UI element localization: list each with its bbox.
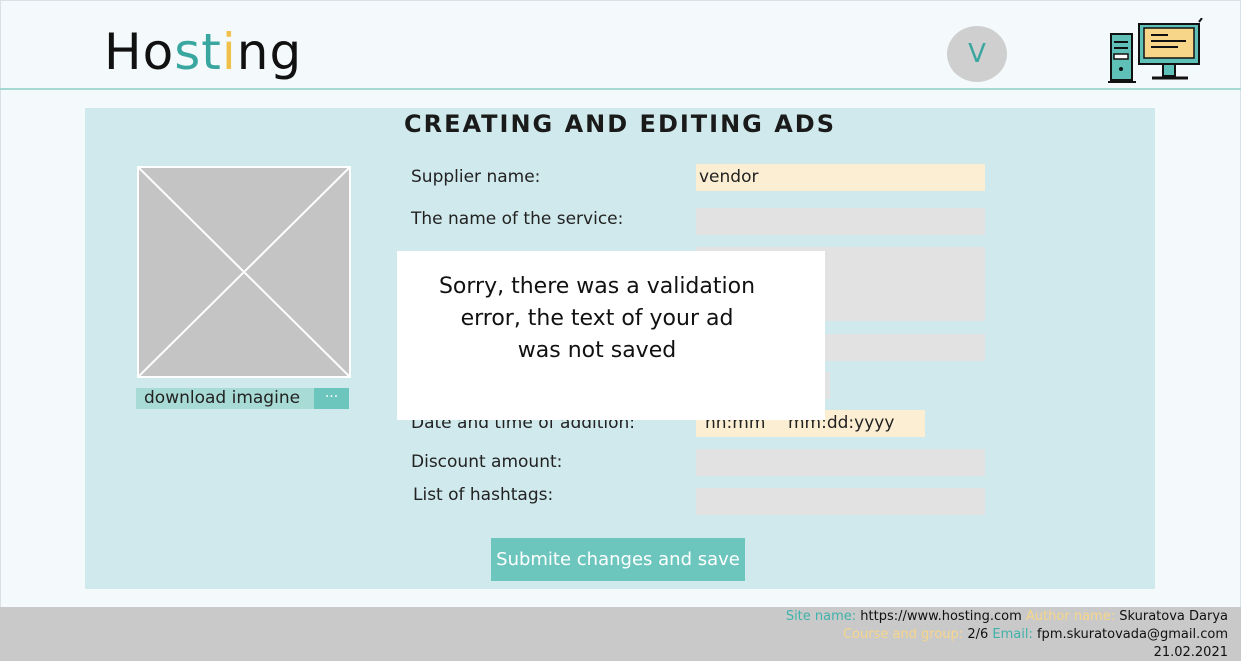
logo-part: i <box>221 23 237 81</box>
discount-field[interactable] <box>696 449 985 476</box>
site-value[interactable]: https://www.hosting.com <box>860 609 1022 624</box>
service-name-field[interactable] <box>696 208 985 235</box>
computer-icon <box>1108 17 1204 90</box>
author-value: Skuratova Darya <box>1119 609 1228 624</box>
logo[interactable]: Hosting <box>104 20 302 84</box>
author-key: Author name: <box>1025 609 1116 624</box>
service-name-label: The name of the service: <box>411 209 624 229</box>
supplier-name-field[interactable]: vendor <box>696 164 985 191</box>
image-placeholder[interactable] <box>137 166 351 378</box>
course-value: 2/6 <box>967 627 989 642</box>
logo-part: ng <box>236 23 303 81</box>
browse-icon[interactable]: ··· <box>314 388 349 409</box>
footer-date: 21.02.2021 <box>1153 645 1228 660</box>
supplier-name-label: Supplier name: <box>411 167 541 187</box>
footer-info: Site name: https://www.hosting.com Autho… <box>786 608 1228 661</box>
hashtags-label: List of hashtags: <box>413 485 554 505</box>
user-avatar[interactable]: V <box>947 26 1007 82</box>
download-image-button[interactable]: download imagine <box>136 388 314 409</box>
header-divider <box>0 88 1241 90</box>
footer-line: Course and group: 2/6 Email: fpm.skurato… <box>786 626 1228 644</box>
hashtags-field[interactable] <box>696 488 985 515</box>
discount-label: Discount amount: <box>411 452 563 472</box>
avatar-letter: V <box>968 39 986 69</box>
logo-part: Ho <box>104 23 175 81</box>
email-key: Email: <box>992 627 1033 642</box>
error-dialog[interactable]: Sorry, there was a validation error, the… <box>397 251 825 420</box>
logo-part: st <box>174 23 222 81</box>
error-message: Sorry, there was a validation error, the… <box>438 274 756 363</box>
page-title: Creating and editing ads <box>403 110 837 138</box>
course-key: Course and group: <box>842 627 964 642</box>
footer: Site name: https://www.hosting.com Autho… <box>0 607 1241 661</box>
submit-button[interactable]: Submite changes and save <box>491 538 745 581</box>
footer-line: Site name: https://www.hosting.com Autho… <box>786 608 1228 626</box>
email-value[interactable]: fpm.skuratovada@gmail.com <box>1037 627 1228 642</box>
site-key: Site name: <box>785 609 857 624</box>
